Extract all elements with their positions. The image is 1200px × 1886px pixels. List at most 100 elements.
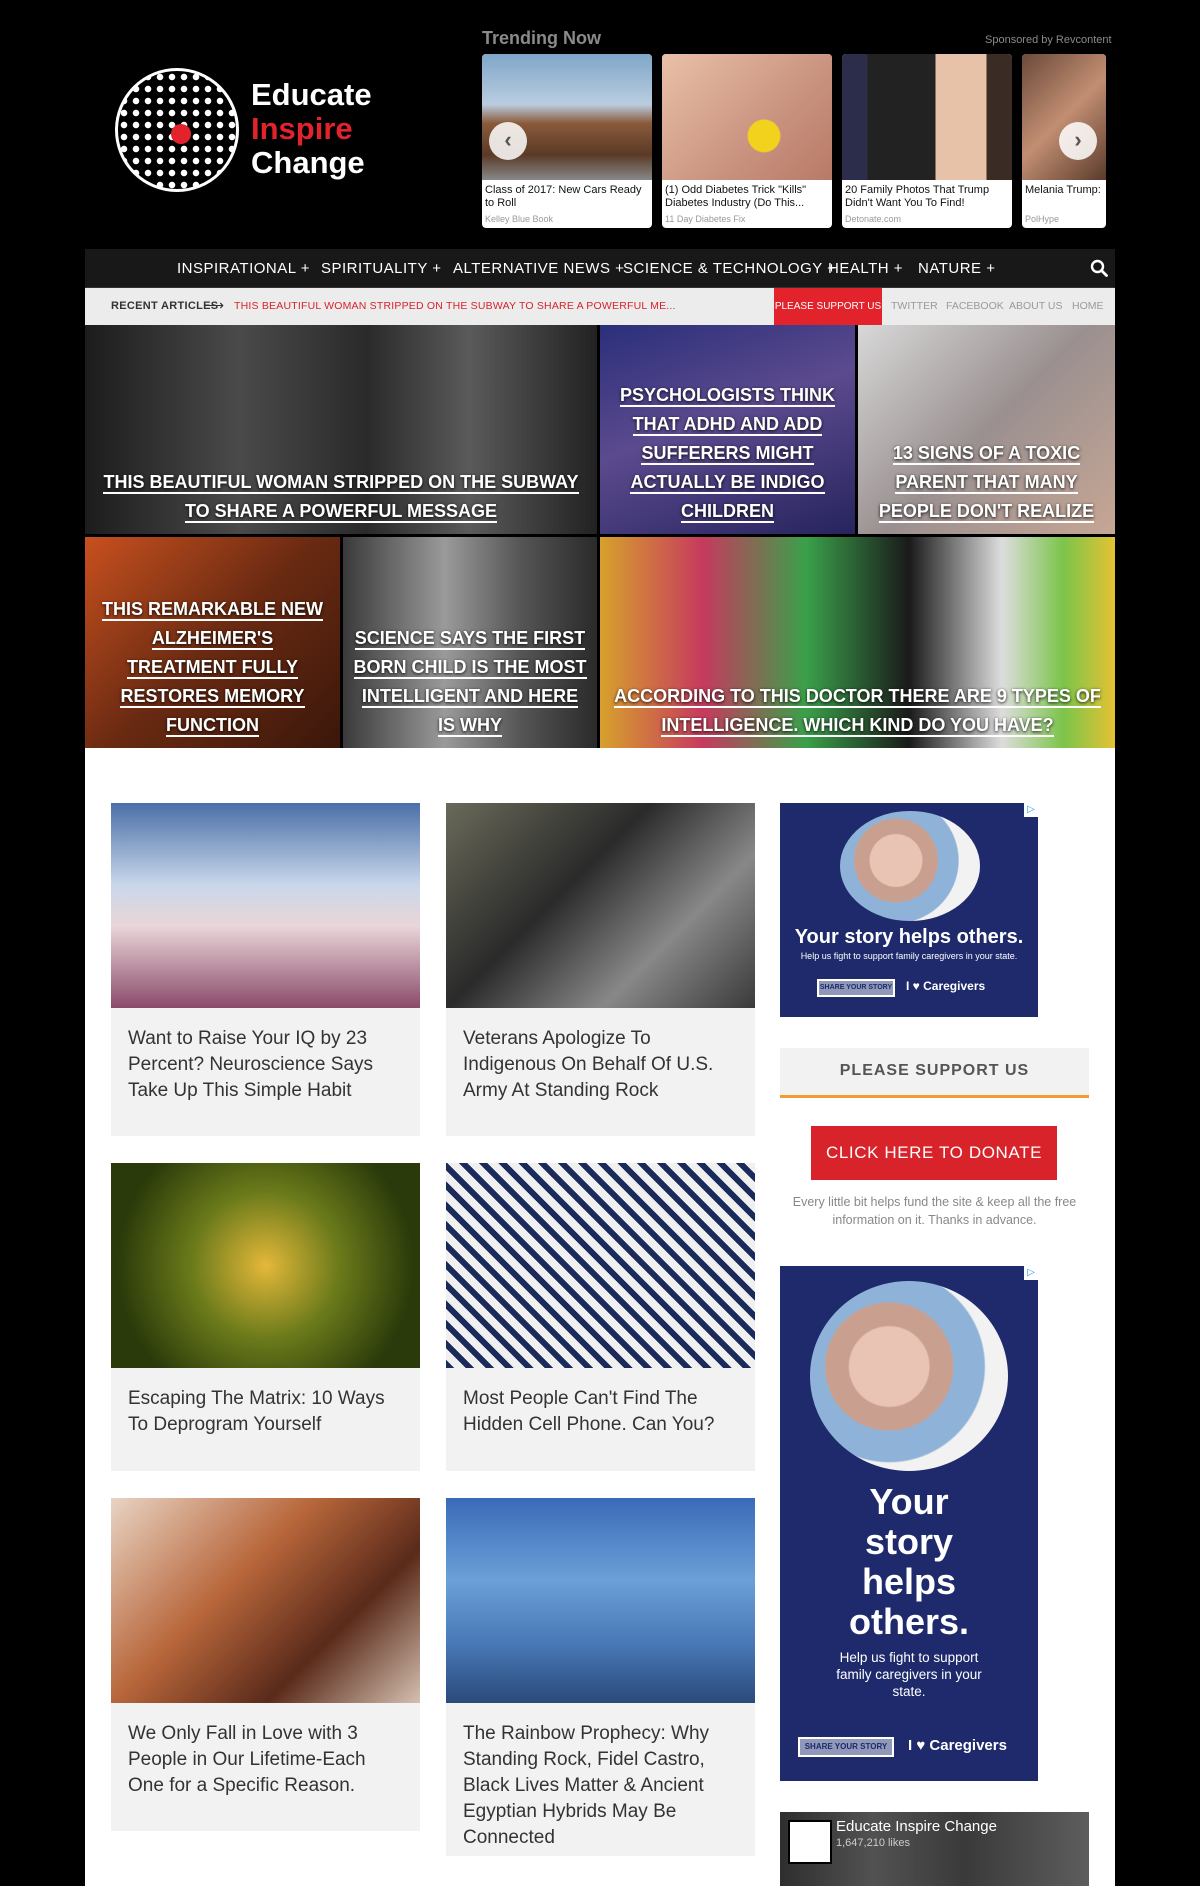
hero-tile-title: Psychologists Think That ADHD And ADD Su… [610, 381, 845, 526]
hero-tile[interactable]: This Beautiful Woman Stripped On The Sub… [85, 325, 597, 534]
ad-headline-line: helps [861, 1561, 957, 1602]
trending-prev-arrow-icon[interactable]: ‹ [489, 122, 527, 160]
article-title[interactable]: Escaping The Matrix: 10 Ways To Deprogra… [128, 1386, 406, 1438]
trending-source: 11 Day Diabetes Fix [665, 214, 746, 224]
caregivers-ad-large[interactable]: ▷ Your story helps others. Help us fight… [780, 1266, 1038, 1781]
trending-caption: Melania Trump: Photos Will Hav [1025, 184, 1103, 196]
ad-choices-icon[interactable]: ▷ [1024, 1266, 1038, 1280]
ad-headline: Your story helps others. [780, 1482, 1038, 1642]
hero-tile[interactable]: Science Says The First Born Child Is The… [343, 537, 597, 748]
ad-brand-logo: I ♥ Caregivers [908, 1737, 1007, 1754]
hero-tile-title-text: Science Says The First Born Child Is The… [353, 628, 587, 737]
hero-tile-title-text: This Beautiful Woman Stripped On The Sub… [103, 472, 579, 523]
ad-headline-line: story [864, 1521, 954, 1562]
arrow-right-icon: ⟶ [204, 297, 225, 313]
hero-tile-title: 13 Signs Of A Toxic Parent That Many Peo… [868, 439, 1105, 526]
logo-red-dot [171, 124, 191, 144]
sponsored-label[interactable]: Sponsored by Revcontent [985, 34, 1112, 46]
trending-next-arrow-icon[interactable]: › [1059, 122, 1097, 160]
article-title[interactable]: We Only Fall in Love with 3 People in Ou… [128, 1721, 406, 1799]
trending-image-car [482, 54, 652, 180]
logo-line-educate: Educate [251, 77, 372, 112]
nav-item-spirituality[interactable]: SPIRITUALITY + [321, 260, 442, 277]
nav-item-alternative-news[interactable]: ALTERNATIVE NEWS + [453, 260, 624, 277]
twitter-link[interactable]: TWITTER [891, 300, 938, 312]
trending-source: Detonate.com [845, 214, 902, 224]
hero-tile[interactable]: According To This Doctor There Are 9 Typ… [600, 537, 1115, 748]
hero-tile-title-text: Psychologists Think That ADHD And ADD Su… [619, 385, 835, 523]
ad-headline: Your story helps others. [794, 926, 1024, 948]
recent-articles-bar: RECENT ARTICLES ⟶ THIS BEAUTIFUL WOMAN S… [85, 288, 1115, 325]
hero-tile[interactable]: Psychologists Think That ADHD And ADD Su… [600, 325, 855, 534]
recent-article-link[interactable]: THIS BEAUTIFUL WOMAN STRIPPED ON THE SUB… [234, 300, 676, 312]
hero-tile-title-text: 13 Signs Of A Toxic Parent That Many Peo… [878, 443, 1095, 523]
trending-title: Trending Now [482, 28, 601, 48]
donate-description: Every little bit helps fund the site & k… [792, 1195, 1077, 1227]
fb-page-name[interactable]: Educate Inspire Change [836, 1818, 997, 1835]
article-image [446, 803, 755, 1008]
article-title[interactable]: Most People Can't Find The Hidden Cell P… [463, 1386, 741, 1438]
hero-tile-title-text: According To This Doctor There Are 9 Typ… [614, 686, 1101, 737]
article-card[interactable]: We Only Fall in Love with 3 People in Ou… [111, 1498, 420, 1831]
trending-caption: (1) Odd Diabetes Trick "Kills" Diabetes … [665, 184, 807, 209]
article-image [111, 1498, 420, 1703]
fb-page-logo-icon [788, 1820, 832, 1864]
trending-source: Kelley Blue Book [485, 214, 554, 224]
trending-source: PolHype [1025, 214, 1060, 224]
article-image [446, 1163, 755, 1368]
nav-item-science-technology[interactable]: SCIENCE & TECHNOLOGY + [623, 260, 836, 277]
hero-tile-title: Science Says The First Born Child Is The… [353, 624, 587, 740]
hero-tile-title: This Remarkable New Alzheimer's Treatmen… [95, 595, 330, 740]
trending-card[interactable]: (1) Odd Diabetes Trick "Kills" Diabetes … [662, 54, 832, 228]
article-card[interactable]: Want to Raise Your IQ by 23 Percent? Neu… [111, 803, 420, 1136]
about-us-link[interactable]: ABOUT US [1009, 300, 1062, 312]
article-image [111, 803, 420, 1008]
fb-page-likes: 1,647,210 likes [836, 1837, 910, 1849]
trending-caption: Class of 2017: New Cars Ready to Roll [485, 184, 642, 209]
search-icon[interactable] [1090, 259, 1108, 277]
caregivers-ad[interactable]: ▷ Your story helps others. Help us fight… [780, 803, 1038, 1017]
article-card[interactable]: The Rainbow Prophecy: Why Standing Rock,… [446, 1498, 755, 1856]
article-title[interactable]: Want to Raise Your IQ by 23 Percent? Neu… [128, 1026, 406, 1104]
logo-line-change: Change [251, 145, 365, 180]
ad-heart-image [810, 1281, 1008, 1471]
please-support-us-heading: PLEASE SUPPORT US [780, 1048, 1089, 1098]
ad-share-story-button[interactable]: SHARE YOUR STORY [817, 979, 895, 997]
hero-tile-title: According To This Doctor There Are 9 Typ… [610, 682, 1105, 740]
hero-tile[interactable]: 13 Signs Of A Toxic Parent That Many Peo… [858, 325, 1115, 534]
ad-heart-image [840, 811, 980, 921]
ad-subtext: Help us fight to support family caregive… [836, 1650, 982, 1699]
site-logo[interactable]: Educate Inspire Change [115, 68, 375, 196]
hero-tile-title-text: This Remarkable New Alzheimer's Treatmen… [102, 599, 323, 737]
nav-item-health[interactable]: HEALTH + [828, 260, 903, 277]
facebook-page-widget[interactable]: Educate Inspire Change 1,647,210 likes [780, 1812, 1089, 1886]
ad-share-story-button[interactable]: SHARE YOUR STORY [798, 1737, 894, 1757]
ad-headline-line: Your [869, 1481, 949, 1522]
facebook-link[interactable]: FACEBOOK [946, 300, 1004, 312]
hero-tile-title: This Beautiful Woman Stripped On The Sub… [95, 468, 587, 526]
trending-image-diabetes [662, 54, 832, 180]
article-title[interactable]: The Rainbow Prophecy: Why Standing Rock,… [463, 1721, 741, 1851]
nav-item-nature[interactable]: NATURE + [918, 260, 995, 277]
logo-line-inspire: Inspire [251, 111, 353, 146]
ad-brand-logo: I ♥ Caregivers [906, 979, 986, 993]
ad-headline-line: others. [848, 1601, 970, 1642]
article-image [111, 1163, 420, 1368]
article-image [446, 1498, 755, 1703]
article-card[interactable]: Veterans Apologize To Indigenous On Beha… [446, 803, 755, 1136]
ad-choices-icon[interactable]: ▷ [1024, 803, 1038, 817]
donate-button[interactable]: CLICK HERE TO DONATE [811, 1126, 1057, 1180]
article-card[interactable]: Most People Can't Find The Hidden Cell P… [446, 1163, 755, 1471]
recent-articles-label: RECENT ARTICLES [111, 300, 219, 312]
logo-text: Educate Inspire Change [251, 78, 372, 180]
please-support-us-link[interactable]: PLEASE SUPPORT US [774, 288, 882, 325]
main-nav: INSPIRATIONAL + SPIRITUALITY + ALTERNATI… [85, 249, 1115, 288]
trending-card[interactable]: 20 Family Photos That Trump Didn't Want … [842, 54, 1012, 228]
logo-dots-icon [115, 68, 239, 192]
article-title[interactable]: Veterans Apologize To Indigenous On Beha… [463, 1026, 741, 1104]
article-card[interactable]: Escaping The Matrix: 10 Ways To Deprogra… [111, 1163, 420, 1471]
trending-image-melania [1022, 54, 1106, 180]
hero-tile[interactable]: This Remarkable New Alzheimer's Treatmen… [85, 537, 340, 748]
nav-item-inspirational[interactable]: INSPIRATIONAL + [177, 260, 310, 277]
home-link[interactable]: HOME [1072, 300, 1104, 312]
